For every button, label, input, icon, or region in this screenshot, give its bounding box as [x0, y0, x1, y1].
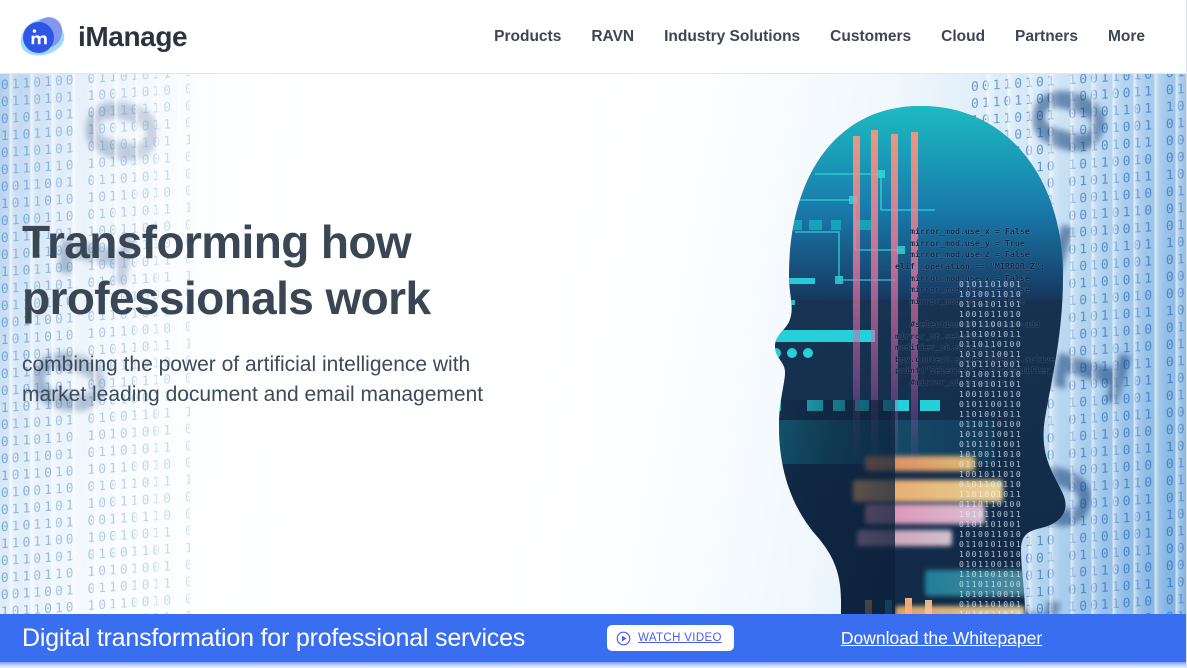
- ai-head-graphic: mirror_mod.use_x = False mirror_mod.use_…: [745, 100, 1095, 668]
- head-overlay-layers: mirror_mod.use_x = False mirror_mod.use_…: [745, 100, 1075, 668]
- nav-item-products[interactable]: Products: [494, 22, 561, 52]
- head-binary-texture: 0101101001 1010011010 0110101101 1001011…: [959, 280, 1023, 609]
- main-navigation: Products RAVN Industry Solutions Custome…: [494, 22, 1187, 52]
- nav-item-ravn[interactable]: RAVN: [591, 22, 634, 52]
- hero-subheading-line-2: market leading document and email manage…: [22, 383, 484, 406]
- hero-subheading: combining the power of artificial intell…: [22, 350, 483, 410]
- play-icon: [616, 631, 631, 645]
- brand-name: iManage: [78, 20, 188, 52]
- site-header: iManage Products RAVN Industry Solutions…: [0, 0, 1187, 74]
- hero-heading-line-1: Transforming how: [22, 216, 412, 268]
- watch-video-button[interactable]: WATCH VIDEO: [607, 625, 734, 651]
- logo-circle-mark: [23, 21, 54, 53]
- imanage-logo-icon: [16, 13, 68, 59]
- dot-marker: [787, 348, 797, 358]
- nav-item-customers[interactable]: Customers: [830, 22, 911, 52]
- watch-video-label: WATCH VIDEO: [638, 632, 722, 644]
- dot-marker: [771, 348, 781, 358]
- promo-banner: Digital transformation for professional …: [0, 614, 1187, 662]
- scan-bar: [759, 310, 785, 315]
- page-root: iManage Products RAVN Industry Solutions…: [0, 0, 1187, 668]
- scan-bar: [759, 290, 789, 295]
- brand-logo-link[interactable]: iManage: [16, 13, 188, 59]
- scan-bar: [759, 300, 795, 305]
- hero-section: 01101001 00110101 10010110 01011010 0010…: [0, 74, 1187, 668]
- scan-bar: [767, 400, 781, 411]
- hero-subheading-line-1: combining the power of artificial intell…: [22, 353, 471, 376]
- scan-bar: [920, 400, 940, 411]
- nav-item-cloud[interactable]: Cloud: [941, 22, 985, 52]
- pixel-block: [789, 220, 802, 230]
- hero-heading-line-2: professionals work: [22, 272, 431, 324]
- download-whitepaper-link[interactable]: Download the Whitepaper: [841, 628, 1042, 649]
- promo-banner-title: Digital transformation for professional …: [22, 623, 526, 652]
- pixel-block: [831, 220, 841, 230]
- dot-marker: [803, 348, 813, 358]
- nav-item-partners[interactable]: Partners: [1015, 22, 1078, 52]
- banner-bottom-strip: [0, 662, 1187, 668]
- hero-heading: Transforming how professionals work: [22, 214, 483, 326]
- nav-item-industry-solutions[interactable]: Industry Solutions: [664, 22, 800, 52]
- hero-copy: Transforming how professionals work comb…: [22, 214, 483, 410]
- scan-bar: [767, 278, 815, 284]
- pixel-block: [809, 220, 822, 230]
- nav-item-more[interactable]: More: [1108, 22, 1145, 52]
